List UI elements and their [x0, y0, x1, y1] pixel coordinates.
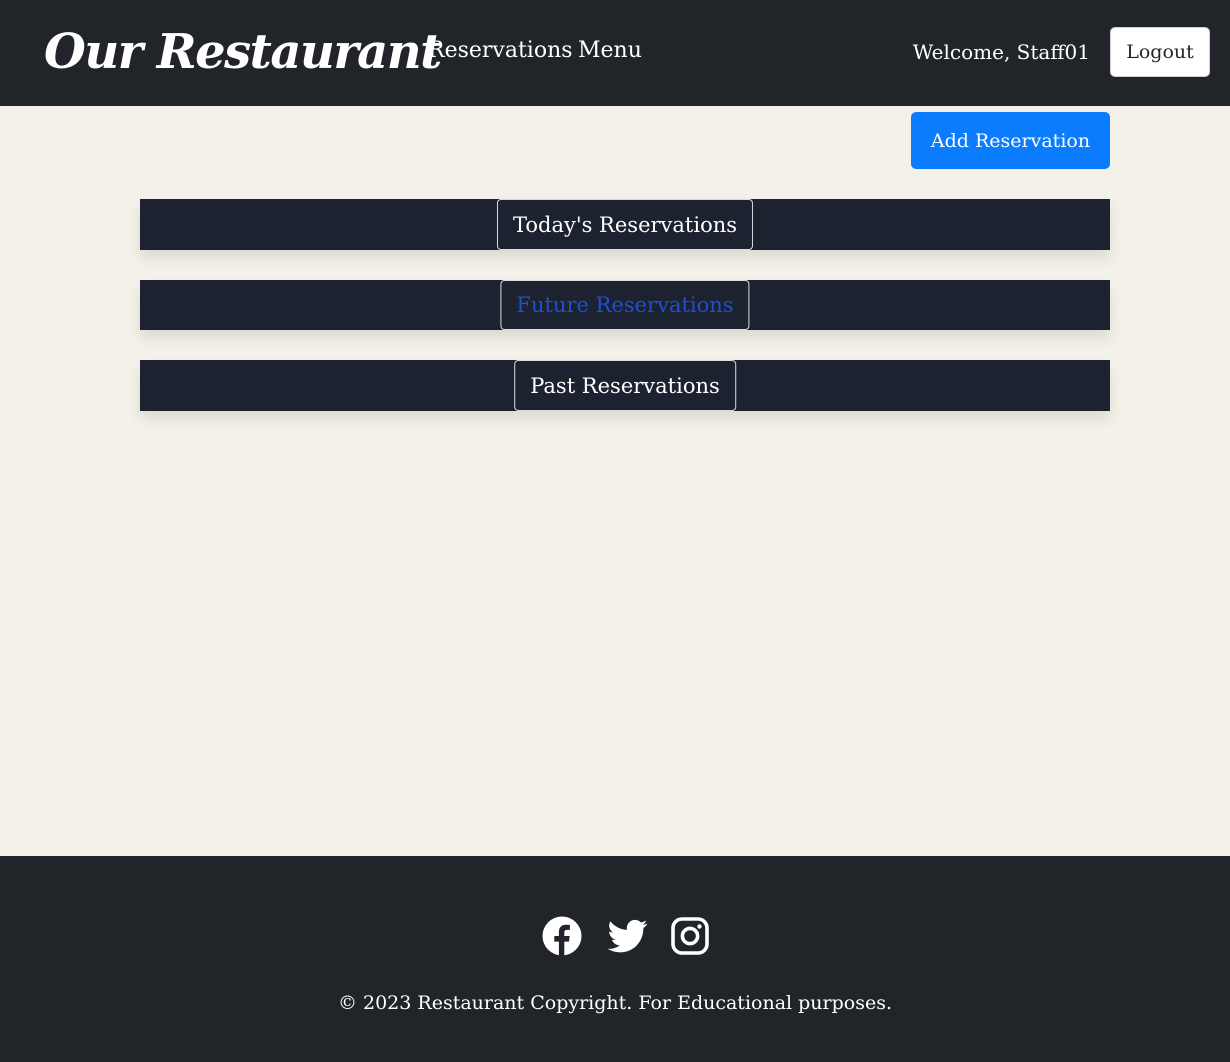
- nav-link-menu[interactable]: Menu: [578, 36, 642, 66]
- todays-reservations-button[interactable]: Today's Reservations: [496, 199, 754, 250]
- future-reservations-section: Future Reservations: [140, 280, 1110, 330]
- future-reservations-button[interactable]: Future Reservations: [500, 280, 750, 330]
- past-reservations-section: Past Reservations: [140, 360, 1110, 411]
- social-links: [0, 916, 1230, 958]
- copyright-text: © 2023 Restaurant Copyright. For Educati…: [337, 992, 893, 1014]
- logout-button[interactable]: Logout: [1110, 27, 1210, 77]
- welcome-text: Welcome, Staff01: [912, 40, 1090, 64]
- twitter-icon[interactable]: [607, 916, 648, 956]
- instagram-icon[interactable]: [670, 916, 710, 956]
- navbar: Our Restaurant Reservations Menu Welcome…: [0, 0, 1230, 106]
- todays-reservations-section: Today's Reservations: [140, 199, 1110, 250]
- add-reservation-button[interactable]: Add Reservation: [911, 112, 1110, 169]
- facebook-icon[interactable]: [542, 916, 582, 956]
- past-reservations-button[interactable]: Past Reservations: [514, 360, 736, 411]
- brand-logo[interactable]: Our Restaurant: [44, 22, 442, 82]
- nav-link-reservations[interactable]: Reservations: [428, 36, 573, 66]
- footer: © 2023 Restaurant Copyright. For Educati…: [0, 856, 1230, 1062]
